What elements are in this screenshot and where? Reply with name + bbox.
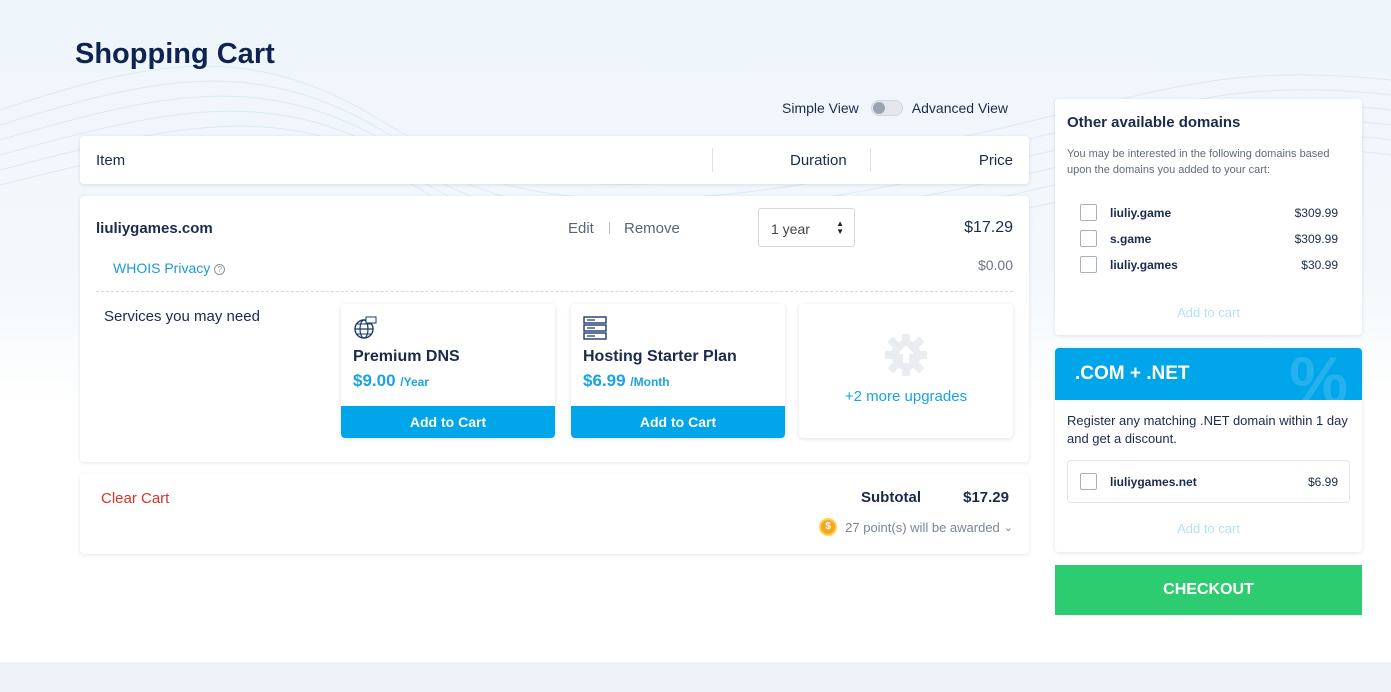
view-switch[interactable] (870, 100, 903, 116)
add-promo-button[interactable]: Add to cart (1055, 521, 1362, 536)
cart-item-card: liuliygames.com Edit Remove 1 year ▲ ▼ $1… (80, 196, 1029, 462)
suggested-domain-price: $309.99 (1294, 206, 1338, 220)
service-card-premium-dns: Premium DNS $9.00 /Year Add to Cart (341, 304, 555, 438)
other-domains-panel: Other available domains You may be inter… (1055, 99, 1362, 335)
footer-band (0, 662, 1391, 692)
service-price-value: $9.00 (353, 371, 396, 390)
service-period: /Month (630, 375, 670, 389)
edit-link[interactable]: Edit (568, 220, 594, 237)
cart-item-price: $17.29 (964, 219, 1013, 236)
add-suggestions-button[interactable]: Add to cart (1055, 305, 1362, 320)
service-price: $9.00 /Year (353, 371, 429, 391)
header-item: Item (96, 152, 126, 169)
whois-privacy[interactable]: WHOIS Privacy? (113, 260, 226, 276)
promo-title: .COM + .NET (1075, 363, 1190, 384)
other-domains-title: Other available domains (1067, 114, 1241, 131)
coin-icon: $ (819, 518, 838, 536)
duration-value: 1 year (771, 221, 810, 237)
domain-suggestion-row[interactable]: liuliy.games $30.99 (1080, 255, 1338, 275)
advanced-view-label[interactable]: Advanced View (912, 100, 1008, 116)
service-period: /Year (400, 375, 429, 389)
suggested-domain-price: $309.99 (1294, 232, 1338, 246)
services-label: Services you may need (104, 308, 260, 325)
duration-select[interactable]: 1 year ▲ ▼ (758, 208, 855, 247)
promo-domain-name: liuliygames.net (1110, 475, 1197, 489)
suggested-domain-price: $30.99 (1301, 258, 1338, 272)
clear-cart-link[interactable]: Clear Cart (101, 490, 169, 507)
service-name: Hosting Starter Plan (583, 348, 737, 365)
simple-view-label[interactable]: Simple View (782, 100, 859, 116)
subtotal-value: $17.29 (963, 489, 1009, 506)
whois-price: $0.00 (977, 257, 1013, 273)
suggested-domain-name: s.game (1110, 232, 1152, 246)
service-price-value: $6.99 (583, 371, 626, 390)
help-icon[interactable]: ? (214, 264, 226, 275)
add-hosting-button[interactable]: Add to Cart (571, 406, 785, 438)
upgrade-gear-icon (885, 334, 927, 376)
remove-link[interactable]: Remove (624, 220, 680, 237)
suggested-domain-name: liuliy.game (1110, 206, 1172, 220)
cart-totals: Clear Cart Subtotal $17.29 $ 27 point(s)… (80, 474, 1029, 554)
promo-domain-price: $6.99 (1307, 475, 1338, 489)
domain-checkbox[interactable] (1080, 256, 1097, 273)
checkout-button[interactable]: CHECKOUT (1055, 565, 1362, 615)
promo-description: Register any matching .NET domain within… (1067, 413, 1348, 446)
points-info[interactable]: $ 27 point(s) will be awarded ⌄ (819, 518, 1013, 536)
subtotal-label: Subtotal (861, 489, 921, 506)
view-toggle: Simple View Advanced View (782, 100, 1008, 116)
promo-panel: .COM + .NET % Register any matching .NET… (1055, 348, 1362, 552)
chevron-down-icon[interactable]: ⌄ (1004, 521, 1013, 534)
more-upgrades-link[interactable]: +2 more upgrades (799, 388, 1013, 405)
cart-table-header: Item Duration Price (80, 136, 1029, 184)
header-divider (712, 148, 713, 172)
percent-icon: % (1289, 348, 1348, 400)
domain-checkbox[interactable] (1080, 204, 1097, 221)
action-separator (609, 222, 610, 234)
select-arrows-icon: ▲ ▼ (836, 219, 844, 236)
promo-header: .COM + .NET % (1055, 348, 1362, 400)
domain-suggestion-row[interactable]: s.game $309.99 (1080, 229, 1338, 249)
promo-domain-row[interactable]: liuliygames.net $6.99 (1080, 472, 1338, 492)
whois-label[interactable]: WHOIS Privacy (113, 260, 210, 276)
add-premium-dns-button[interactable]: Add to Cart (341, 406, 555, 438)
server-icon (583, 316, 607, 340)
header-divider (870, 148, 871, 172)
more-upgrades-card[interactable]: +2 more upgrades (799, 304, 1013, 438)
header-price: Price (978, 152, 1013, 169)
promo-domain-box: liuliygames.net $6.99 (1067, 460, 1350, 503)
cart-item-domain: liuliygames.com (96, 220, 213, 237)
domain-suggestion-row[interactable]: liuliy.game $309.99 (1080, 203, 1338, 223)
globe-icon (354, 316, 377, 339)
header-duration: Duration (790, 152, 847, 169)
domain-checkbox[interactable] (1080, 230, 1097, 247)
switch-knob (872, 102, 885, 114)
points-text: 27 point(s) will be awarded (845, 519, 1000, 535)
page-title: Shopping Cart (75, 38, 275, 70)
service-price: $6.99 /Month (583, 371, 670, 391)
other-domains-description: You may be interested in the following d… (1067, 148, 1330, 176)
divider (96, 291, 1013, 292)
service-name: Premium DNS (353, 348, 460, 365)
service-card-hosting: Hosting Starter Plan $6.99 /Month Add to… (571, 304, 785, 438)
suggested-domain-name: liuliy.games (1110, 258, 1178, 272)
domain-checkbox[interactable] (1080, 473, 1097, 490)
